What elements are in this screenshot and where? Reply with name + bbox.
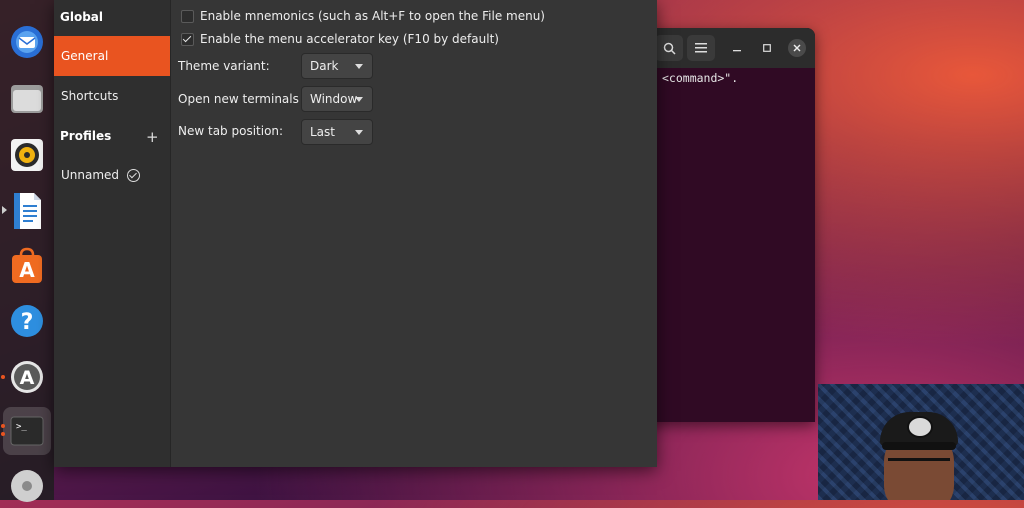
search-icon [663,42,676,55]
preferences-sidebar: Global General Shortcuts Profiles + Unna… [54,0,171,467]
svg-text:A: A [20,367,35,389]
mnemonics-label: Enable mnemonics (such as Alt+F to open … [200,9,545,23]
sidebar-item-label: General [61,49,109,63]
new-tab-position-label: New tab position: [178,124,284,138]
mnemonics-row[interactable]: Enable mnemonics (such as Alt+F to open … [181,9,545,23]
new-tab-position-dropdown[interactable]: Last [301,119,373,145]
new-terminals-dropdown[interactable]: Window [301,86,373,112]
sidebar-item-label: Shortcuts [61,89,119,103]
profiles-heading: Profiles [60,129,112,143]
chevron-down-icon [355,130,363,135]
maximize-button[interactable] [758,39,776,57]
new-terminals-value: Window [310,92,358,106]
close-button[interactable] [788,39,806,57]
svg-text:A: A [19,258,35,282]
app-store-icon[interactable]: A [5,244,49,288]
chevron-down-icon [355,64,363,69]
terminal-headerbar[interactable] [640,28,815,68]
theme-variant-value: Dark [310,59,339,73]
dvd-icon[interactable] [5,464,49,508]
profile-name: Unnamed [61,168,120,182]
maximize-icon [763,44,771,52]
general-settings-panel: Enable mnemonics (such as Alt+F to open … [171,0,657,467]
minimize-icon [733,50,741,52]
svg-text:>_: >_ [16,422,27,432]
accelerator-checkbox[interactable] [181,32,194,46]
terminal-app-icon[interactable]: >_ [5,409,49,453]
theme-variant-dropdown[interactable]: Dark [301,53,373,79]
sidebar-item-general[interactable]: General [54,36,170,76]
terminal-window[interactable]: <command>". [640,28,815,422]
writer-document-icon[interactable] [5,189,49,233]
webcam-overlay [818,384,1024,500]
accelerator-row[interactable]: Enable the menu accelerator key (F10 by … [181,32,499,46]
close-icon [793,44,801,52]
menu-button[interactable] [687,35,715,61]
cap-logo-icon [907,416,933,438]
help-icon[interactable]: ? [5,299,49,343]
software-updater-icon[interactable]: A [5,355,49,399]
mnemonics-checkbox[interactable] [181,9,194,23]
theme-variant-label: Theme variant: [178,59,270,73]
hamburger-menu-icon [695,43,707,53]
cap-brim [882,442,956,450]
add-profile-button[interactable]: + [146,128,159,146]
files-app-icon[interactable] [5,77,49,121]
search-button[interactable] [655,35,683,61]
music-player-icon[interactable] [5,133,49,177]
dock: A ? A >_ [0,0,54,502]
accelerator-label: Enable the menu accelerator key (F10 by … [200,32,499,46]
default-profile-check-icon [127,168,141,182]
svg-text:?: ? [21,310,34,335]
terminal-output: <command>". [662,71,739,85]
new-terminals-label: Open new terminals in: [178,92,318,106]
sidebar-item-profile-unnamed[interactable]: Unnamed [54,155,170,195]
global-heading: Global [60,10,104,24]
email-app-icon[interactable] [5,20,49,64]
minimize-button[interactable] [728,39,746,57]
chevron-down-icon [355,97,363,102]
presenter-glasses [888,458,950,470]
preferences-window: Global General Shortcuts Profiles + Unna… [54,0,657,467]
new-tab-position-value: Last [310,125,335,139]
sidebar-item-shortcuts[interactable]: Shortcuts [54,76,170,116]
